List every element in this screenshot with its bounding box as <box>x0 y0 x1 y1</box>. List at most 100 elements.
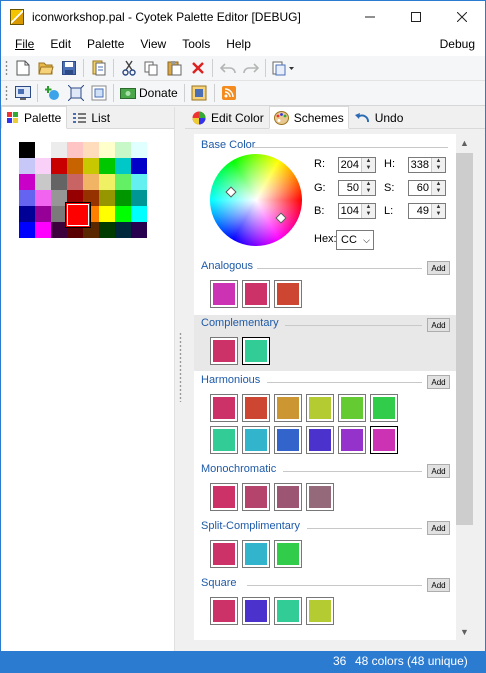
scheme-color-swatch[interactable] <box>210 540 238 568</box>
tab-edit-color[interactable]: Edit Color <box>187 107 269 128</box>
scheme-color-swatch[interactable] <box>242 280 270 308</box>
scheme-color-swatch[interactable] <box>306 597 334 625</box>
new-button[interactable] <box>11 57 34 79</box>
donate-button[interactable]: Donate <box>117 82 181 104</box>
open-button[interactable] <box>34 57 57 79</box>
palette-swatch[interactable] <box>131 174 147 190</box>
color-wheel[interactable] <box>210 154 302 246</box>
palette-swatch[interactable] <box>115 142 131 158</box>
scheme-color-swatch[interactable] <box>274 540 302 568</box>
menu-edit[interactable]: Edit <box>42 32 79 56</box>
menu-tools[interactable]: Tools <box>174 32 218 56</box>
pane-splitter[interactable] <box>177 107 185 651</box>
scroll-up-arrow[interactable]: ▲ <box>456 134 473 151</box>
palette-swatch[interactable] <box>115 158 131 174</box>
scheme-color-swatch[interactable] <box>242 394 270 422</box>
palette-swatch[interactable] <box>115 174 131 190</box>
palette-swatch[interactable] <box>131 206 147 222</box>
palette-swatch[interactable] <box>51 158 67 174</box>
palette-swatch[interactable] <box>51 142 67 158</box>
scheme-color-swatch[interactable] <box>210 337 238 365</box>
palette-swatch[interactable] <box>19 142 35 158</box>
menu-palette[interactable]: Palette <box>79 32 132 56</box>
scheme-color-swatch[interactable] <box>274 483 302 511</box>
palette-swatch[interactable] <box>83 142 99 158</box>
palette-swatch[interactable] <box>67 158 83 174</box>
scheme-color-swatch[interactable] <box>338 394 366 422</box>
add-scheme-button[interactable]: Add <box>427 464 450 478</box>
saturation-stepper[interactable]: 60 ▲ ▼ <box>408 180 446 196</box>
minimize-button[interactable] <box>347 1 393 32</box>
add-scheme-button[interactable]: Add <box>427 521 450 535</box>
tab-palette[interactable]: Palette <box>1 106 68 129</box>
palette-swatch[interactable] <box>51 174 67 190</box>
schemes-scrollbar[interactable]: ▲ ▼ <box>456 134 473 640</box>
scheme-color-swatch[interactable] <box>306 483 334 511</box>
scheme-color-swatch[interactable] <box>274 597 302 625</box>
palette-swatch[interactable] <box>115 206 131 222</box>
palette-swatch[interactable] <box>99 142 115 158</box>
copy-button[interactable] <box>140 57 163 79</box>
palette-swatch[interactable] <box>67 142 83 158</box>
palette-swatch[interactable] <box>67 174 83 190</box>
properties-button[interactable] <box>87 57 110 79</box>
green-stepper[interactable]: 50 ▲ ▼ <box>338 180 376 196</box>
palette-swatch[interactable] <box>115 190 131 206</box>
delete-button[interactable] <box>186 57 209 79</box>
green-spin-arrows[interactable]: ▲ ▼ <box>361 181 375 195</box>
screen-button[interactable] <box>11 82 34 104</box>
menu-file[interactable]: File <box>7 32 42 56</box>
scheme-color-swatch[interactable] <box>274 394 302 422</box>
palette-swatch[interactable] <box>115 222 131 238</box>
palette-swatch[interactable] <box>131 190 147 206</box>
menu-debug[interactable]: Debug <box>440 32 475 56</box>
add-scheme-button[interactable]: Add <box>427 578 450 592</box>
add-scheme-button[interactable]: Add <box>427 375 450 389</box>
palette-swatch[interactable] <box>35 190 51 206</box>
scheme-color-swatch[interactable] <box>242 483 270 511</box>
palette-swatch[interactable] <box>99 190 115 206</box>
scheme-color-swatch[interactable] <box>242 540 270 568</box>
scheme-color-swatch[interactable] <box>210 280 238 308</box>
scheme-color-swatch[interactable] <box>242 426 270 454</box>
cut-button[interactable] <box>117 57 140 79</box>
scheme-color-swatch[interactable] <box>274 280 302 308</box>
scroll-thumb[interactable] <box>456 153 473 525</box>
toolbar-grip[interactable] <box>5 84 8 102</box>
scheme-color-swatch[interactable] <box>306 394 334 422</box>
menu-help[interactable]: Help <box>218 32 259 56</box>
scheme-color-swatch[interactable] <box>242 337 270 365</box>
menu-view[interactable]: View <box>132 32 174 56</box>
palette-swatch[interactable] <box>83 158 99 174</box>
scheme-color-swatch[interactable] <box>370 394 398 422</box>
splitter-grip[interactable] <box>179 332 182 402</box>
palette-swatch[interactable] <box>19 174 35 190</box>
scheme-color-swatch[interactable] <box>274 426 302 454</box>
paste-button[interactable] <box>163 57 186 79</box>
palette-swatch[interactable] <box>19 206 35 222</box>
red-stepper[interactable]: 204 ▲ ▼ <box>338 157 376 173</box>
palette-swatch[interactable] <box>35 142 51 158</box>
redo-button[interactable] <box>239 57 262 79</box>
palette-swatch[interactable] <box>131 142 147 158</box>
scheme-color-swatch[interactable] <box>370 426 398 454</box>
hue-spin-arrows[interactable]: ▲ ▼ <box>431 158 445 172</box>
palette-swatch[interactable] <box>99 158 115 174</box>
save-button[interactable] <box>57 57 80 79</box>
palette-swatch[interactable] <box>35 206 51 222</box>
palette-swatch[interactable] <box>35 158 51 174</box>
zoom-button[interactable] <box>87 82 110 104</box>
scheme-color-swatch[interactable] <box>210 483 238 511</box>
hue-stepper[interactable]: 338 ▲ ▼ <box>408 157 446 173</box>
scheme-color-swatch[interactable] <box>210 394 238 422</box>
blue-spin-arrows[interactable]: ▲ ▼ <box>361 204 375 218</box>
toolbar-grip[interactable] <box>5 59 8 77</box>
tab-schemes[interactable]: Schemes <box>268 106 349 129</box>
hex-dropdown[interactable]: CC ⌵ <box>336 230 374 250</box>
lightness-spin-arrows[interactable]: ▲ ▼ <box>431 204 445 218</box>
red-spin-arrows[interactable]: ▲ ▼ <box>361 158 375 172</box>
maximize-button[interactable] <box>393 1 439 32</box>
add-scheme-button[interactable]: Add <box>427 318 450 332</box>
extra-button[interactable] <box>188 82 211 104</box>
palette-swatch[interactable] <box>131 158 147 174</box>
